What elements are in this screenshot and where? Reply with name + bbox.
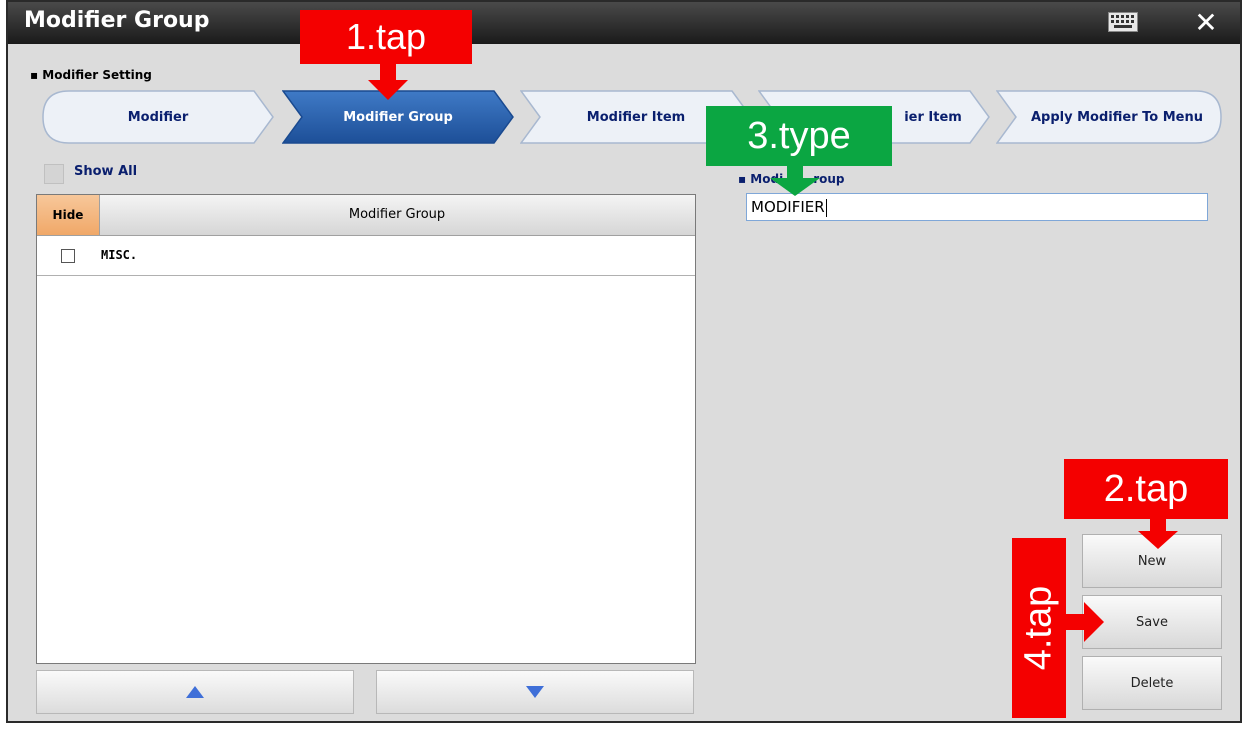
- title-bar: Modifier Group ✕: [8, 2, 1240, 44]
- annotation-4-box: 4.tap: [1012, 538, 1066, 718]
- hide-checkbox[interactable]: [61, 249, 75, 263]
- section-label: ▪ Modifier Setting: [30, 68, 152, 82]
- delete-button[interactable]: Delete: [1082, 656, 1222, 710]
- step-apply-modifier-to-menu[interactable]: Apply Modifier To Menu: [996, 90, 1222, 144]
- annotation-2-arrow: [1138, 517, 1178, 549]
- annotation-3-type: 3.type: [706, 106, 892, 166]
- step-navigation: Modifier Modifier Group Modifier Item ie…: [42, 90, 1222, 144]
- text-caret: [825, 198, 827, 217]
- step-modifier[interactable]: Modifier: [42, 90, 274, 144]
- input-value: MODIFIER: [751, 198, 825, 216]
- table-header: Hide Modifier Group: [37, 195, 695, 236]
- annotation-4-arrow: [1064, 602, 1104, 642]
- down-arrow-icon: [526, 686, 544, 698]
- annotation-1-arrow: [368, 62, 408, 100]
- row-name: MISC.: [101, 248, 138, 262]
- keyboard-icon[interactable]: [1108, 12, 1138, 32]
- step-label: Modifier: [127, 109, 189, 125]
- annotation-1-tap: 1.tap: [300, 10, 472, 64]
- window-title: Modifier Group: [24, 8, 210, 33]
- modifier-group-column-header[interactable]: Modifier Group: [99, 195, 695, 235]
- annotation-2-tap: 2.tap: [1064, 459, 1228, 519]
- close-icon[interactable]: ✕: [1186, 6, 1226, 40]
- table-row[interactable]: MISC.: [37, 235, 695, 276]
- show-all-checkbox[interactable]: [44, 164, 64, 184]
- show-all-label: Show All: [74, 164, 138, 179]
- hide-column-header[interactable]: Hide: [37, 195, 100, 235]
- annotation-3-arrow: [770, 164, 820, 196]
- step-label: Modifier Item: [586, 109, 686, 125]
- step-label: Modifier Group: [343, 109, 453, 125]
- step-label: ier Item: [904, 109, 962, 125]
- up-arrow-icon: [186, 686, 204, 698]
- scroll-down-button[interactable]: [376, 670, 694, 714]
- step-label: Apply Modifier To Menu: [1030, 109, 1203, 125]
- scroll-up-button[interactable]: [36, 670, 354, 714]
- annotation-4-tap: 4.tap: [1017, 585, 1060, 671]
- modifier-group-table: Hide Modifier Group MISC.: [36, 194, 696, 664]
